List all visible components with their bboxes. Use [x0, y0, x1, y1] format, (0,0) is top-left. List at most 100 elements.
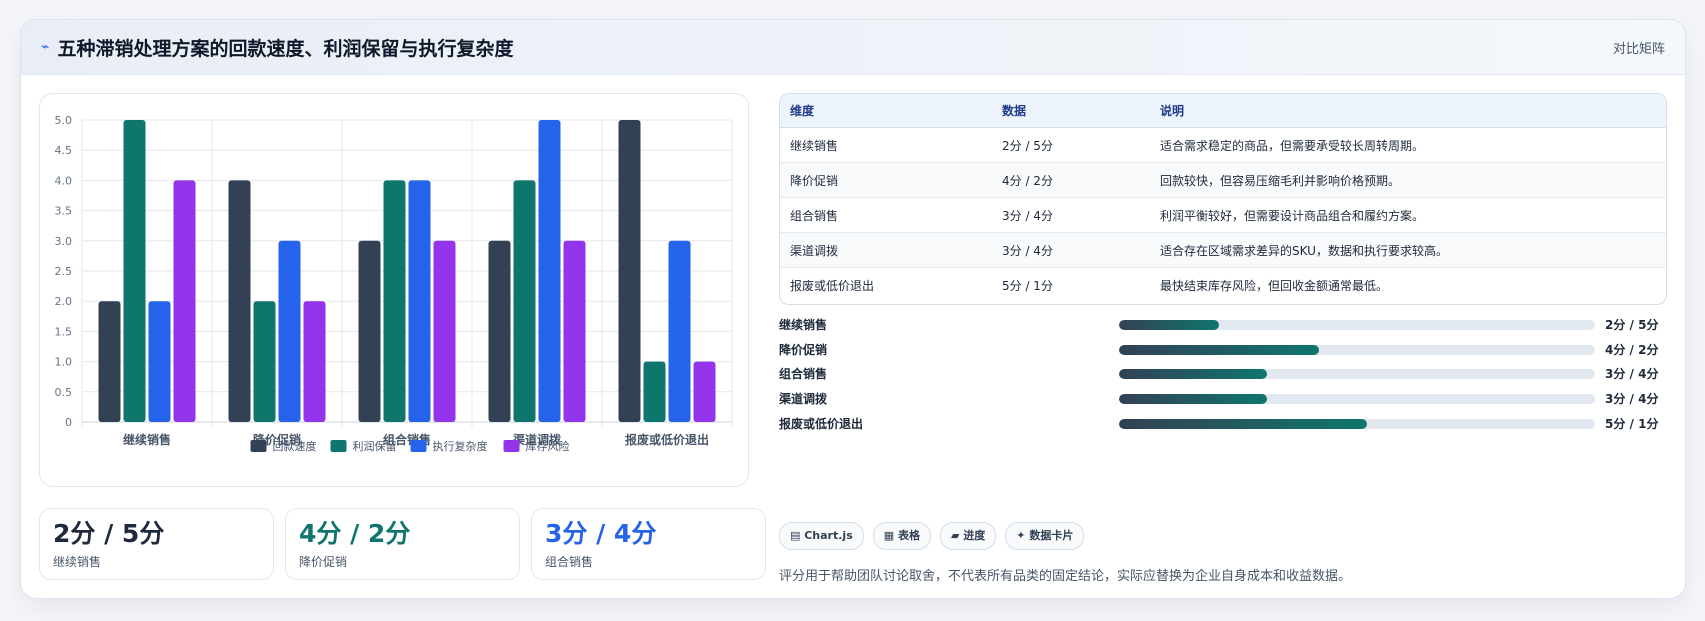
- progress-value: 5分 / 1分: [1605, 416, 1659, 431]
- bar: [173, 180, 196, 422]
- progress-fill: [1119, 394, 1267, 405]
- chip-label: 表格: [897, 529, 920, 542]
- progress-fill: [1119, 369, 1267, 380]
- chip-label: 进度: [963, 529, 986, 542]
- bar: [253, 301, 276, 422]
- table-header-row: 维度 数据 说明: [780, 94, 1666, 128]
- table-cell: 3分 / 4分: [992, 197, 1150, 233]
- progress-label: 继续销售: [779, 318, 828, 332]
- table-cell: 2分 / 5分: [992, 127, 1150, 163]
- bar: [618, 120, 641, 422]
- bar: [538, 120, 561, 422]
- y-tick-label: 1.0: [55, 356, 73, 369]
- progress-label: 渠道调拨: [779, 392, 828, 407]
- x-tick-label: 报废或低价退出: [625, 432, 709, 447]
- legend-swatch: [330, 440, 347, 452]
- bar: [488, 240, 511, 422]
- table-cell: 3分 / 4分: [992, 232, 1150, 268]
- table-cell: 回款较快，但容易压缩毛利并影响价格预期。: [1150, 162, 1666, 198]
- chart-icon: ▤: [790, 529, 805, 542]
- stat-value: 2分 / 5分: [53, 519, 165, 548]
- progress-row: 继续销售 2分 / 5分: [779, 312, 1675, 337]
- trend-line-icon: ⌁: [41, 39, 50, 55]
- y-tick-label: 2.0: [55, 295, 73, 308]
- progress-fill: [1119, 418, 1367, 429]
- y-tick-label: 4.0: [55, 174, 73, 187]
- table-cell: 渠道调拨: [780, 232, 992, 268]
- progress-label: 降价促销: [779, 342, 828, 357]
- bar: [408, 180, 431, 422]
- table-cell: 适合需求稳定的商品，但需要承受较长周转周期。: [1150, 127, 1666, 163]
- progress-value: 2分 / 5分: [1605, 318, 1659, 332]
- y-tick-label: 4.5: [55, 144, 73, 157]
- column-header: 维度: [780, 94, 992, 128]
- legend-swatch: [503, 440, 520, 452]
- footnote: 评分用于帮助团队讨论取舍，不代表所有品类的固定结论，实际应替换为企业自身成本和收…: [779, 569, 1352, 584]
- bar: [383, 180, 406, 422]
- bar: [228, 180, 251, 422]
- bar: [278, 240, 301, 422]
- table-cell: 组合销售: [780, 197, 992, 233]
- progress-track: [1119, 344, 1595, 355]
- x-tick-label: 继续销售: [123, 432, 171, 447]
- bar: [123, 120, 146, 422]
- bar: [98, 301, 121, 422]
- chip--: ✦ 数据卡片: [1005, 522, 1085, 550]
- bar: [563, 240, 586, 422]
- bar: [643, 361, 666, 422]
- dashboard-card: ⌁ 五种滞销处理方案的回款速度、利润保留与执行复杂度 对比矩阵 5.0 4.5 4.…: [20, 19, 1686, 599]
- progress-row: 组合销售 3分 / 4分: [779, 361, 1675, 386]
- chip-label: 数据卡片: [1029, 529, 1074, 542]
- progress-row: 报废或低价退出 5分 / 1分: [779, 411, 1675, 436]
- table-row: 组合销售 3分 / 4分 利润平衡较好，但需要设计商品组合和履约方案。: [780, 197, 1666, 233]
- bar-chart: 5.04.54.03.53.02.52.01.51.00.50继续销售 降价促销组…: [55, 114, 733, 453]
- legend-label: 库存风险: [526, 439, 570, 453]
- bar: [303, 301, 326, 422]
- bar: [693, 361, 716, 422]
- progress-track: [1119, 320, 1595, 330]
- card-header: ⌁ 五种滞销处理方案的回款速度、利润保留与执行复杂度 对比矩阵: [21, 20, 1685, 75]
- stat-label: 继续销售: [53, 555, 102, 569]
- column-header: 数据: [992, 94, 1150, 128]
- bar: [668, 240, 691, 422]
- progress-fill: [1119, 320, 1219, 330]
- table-cell: 适合存在区域需求差异的SKU，数据和执行要求较高。: [1150, 232, 1666, 268]
- header-tag: 对比矩阵: [1612, 41, 1665, 57]
- progress-track: [1119, 418, 1595, 429]
- table-cell: 降价促销: [780, 162, 992, 198]
- progress-row: 降价促销 4分 / 2分: [779, 337, 1675, 362]
- table-cell: 继续销售: [780, 127, 992, 163]
- legend-label: 回款速度: [273, 439, 317, 453]
- progress-fill: [1119, 344, 1319, 355]
- comparison-table: 维度 数据 说明 继续销售 2分 / 5分 适合需求稳定的商品，但需要承受较长周…: [779, 93, 1667, 305]
- tech-chips: ▤ Chart.js ▦ 表格 ▰ 进度 ✦ 数据卡片: [779, 522, 1085, 550]
- stat-card: 3分 / 4分 组合销售: [531, 508, 766, 580]
- progress-icon: ▰: [950, 529, 964, 542]
- table-row: 降价促销 4分 / 2分 回款较快，但容易压缩毛利并影响价格预期。: [780, 162, 1666, 198]
- chip-label: Chart.js: [804, 529, 853, 542]
- table-icon: ▦: [883, 529, 898, 542]
- table-cell: 5分 / 1分: [1002, 278, 1053, 293]
- table-cell: 利润平衡较好，但需要设计商品组合和履约方案。: [1150, 197, 1666, 233]
- stat-value: 3分 / 4分: [545, 519, 657, 548]
- card-icon: ✦: [1016, 529, 1030, 542]
- y-tick-label: 3.5: [55, 205, 73, 218]
- y-tick-label: 1.5: [55, 325, 73, 338]
- table-cell: 最快结束库存风险，但回收金额通常最低。: [1160, 278, 1389, 293]
- chip--: ▰ 进度: [939, 522, 997, 550]
- table-cell: 报废或低价退出: [790, 278, 875, 293]
- bar: [433, 240, 456, 422]
- bar: [358, 240, 381, 422]
- progress-value: 3分 / 4分: [1605, 392, 1659, 407]
- legend-swatch: [250, 440, 267, 452]
- y-tick-label: 0.5: [55, 386, 73, 399]
- bar: [513, 180, 536, 422]
- bar-chart-panel: 5.0 4.5 4.0 3.5 3.0 2.5 2.0 1.5 1.0 0.5 0 继续销售 降价促销组…: [39, 93, 749, 487]
- legend-label: 利润保留: [353, 439, 397, 453]
- y-tick-label: 5.0: [55, 114, 73, 127]
- column-header: 说明: [1150, 94, 1666, 128]
- y-tick-label: 2.5: [55, 265, 73, 278]
- y-tick-label: 3.0: [55, 235, 73, 248]
- stat-value: 4分 / 2分: [299, 519, 411, 548]
- chip-chart-js: ▤ Chart.js: [779, 522, 864, 550]
